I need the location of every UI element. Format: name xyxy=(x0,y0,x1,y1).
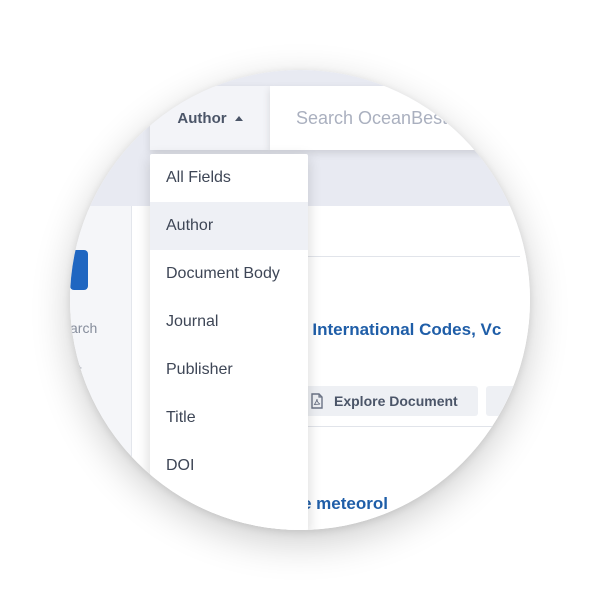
explore-document-button[interactable]: Explore Document xyxy=(298,386,478,416)
dropdown-item-all-fields[interactable]: All Fields xyxy=(150,154,308,202)
dropdown-item-author[interactable]: Author xyxy=(150,202,308,250)
pdf-document-icon xyxy=(311,393,323,409)
search-box xyxy=(270,86,530,150)
result-title-link[interactable]: - International Codes, Vc xyxy=(302,320,501,340)
dropdown-item-title[interactable]: Title xyxy=(150,394,308,442)
search-field-selector[interactable]: Author xyxy=(150,86,270,150)
magnifier-lens: arch nt - International Codes, Vc Explor… xyxy=(70,70,530,530)
result-title-link[interactable]: e meteorol xyxy=(302,494,388,514)
secondary-action-button[interactable] xyxy=(486,386,526,416)
search-field-dropdown: All Fields Author Document Body Journal … xyxy=(150,154,308,530)
divider xyxy=(288,256,520,257)
sidebar-divider xyxy=(125,206,132,530)
divider xyxy=(288,426,520,427)
search-input[interactable] xyxy=(294,106,530,130)
sidebar-primary-button[interactable] xyxy=(70,250,88,290)
explore-document-label: Explore Document xyxy=(334,393,458,409)
caret-up-icon xyxy=(234,115,243,121)
sidebar-link-document[interactable]: nt xyxy=(70,362,82,378)
dropdown-item-doi[interactable]: DOI xyxy=(150,442,308,490)
zoom-stage: arch nt - International Codes, Vc Explor… xyxy=(0,0,600,600)
dropdown-item-publisher[interactable]: Publisher xyxy=(150,346,308,394)
sidebar-link-search[interactable]: arch xyxy=(70,320,97,336)
search-field-selector-label: Author xyxy=(177,109,227,127)
dropdown-item-journal[interactable]: Journal xyxy=(150,298,308,346)
dropdown-item-document-body[interactable]: Document Body xyxy=(150,250,308,298)
